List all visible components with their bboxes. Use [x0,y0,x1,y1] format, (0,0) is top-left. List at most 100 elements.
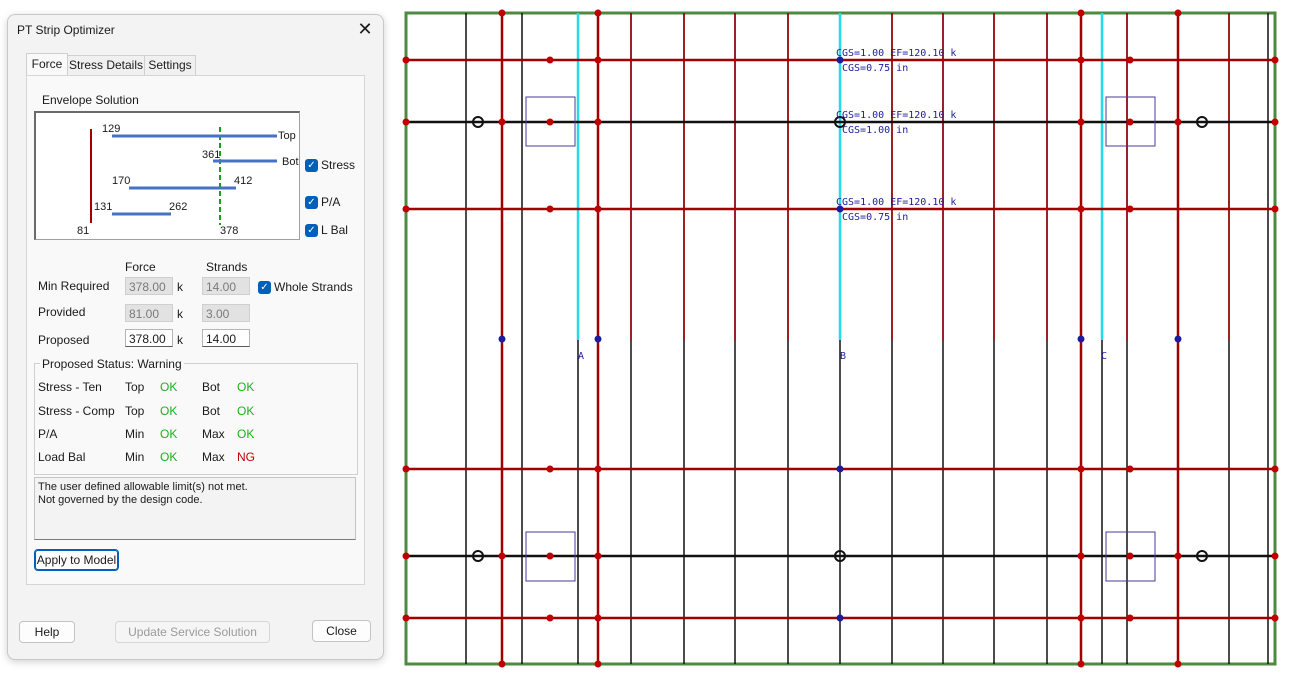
min-required-force-field: 378.00 [125,277,173,295]
message-line: Not governed by the design code. [38,494,203,506]
check-icon: ✓ [305,195,318,209]
check-icon: ✓ [258,280,271,294]
status-value-ok: OK [160,427,178,441]
node-dot [498,552,506,560]
node-dot [1271,118,1279,126]
tendon-annotation: CGS=1.00 EF=120.10 k [836,197,956,208]
envelope-label-378: 378 [220,225,239,237]
envelope-plot: 129 Top 361 Bot 170 412 131 262 81 378 [34,111,300,240]
support-marker [1174,335,1182,343]
status-row-a: Min [125,450,145,464]
node-dot [402,56,410,64]
tendon-annotation: CGS=1.00 EF=120.10 k [836,110,956,121]
node-dot [1126,56,1134,64]
node-dot [1126,614,1134,622]
status-row-label: Stress - Ten [38,380,102,394]
envelope-label-bot: Bot [282,156,299,168]
node-dot [546,118,554,126]
node-dot [594,9,602,17]
node-dot [1077,9,1085,17]
tab-settings[interactable]: Settings [144,55,196,75]
envelope-label-top: Top [278,130,296,142]
tab-stress-details[interactable]: Stress Details [67,55,145,75]
close-icon[interactable]: ✕ [353,18,377,40]
stress-checkbox[interactable]: ✓ Stress [305,158,355,172]
tendon-annotation-cgs: CGS=0.75 in [842,63,908,74]
status-row-b: Bot [202,404,221,418]
support-marker [498,335,506,343]
provided-force-field: 81.00 [125,304,173,322]
status-row-a: Min [125,427,145,441]
status-row-a: Top [125,404,145,418]
status-row-label: Stress - Comp [38,404,115,418]
node-dot [594,660,602,668]
proposed-label: Proposed [38,333,90,347]
envelope-label-170: 170 [112,175,131,187]
check-icon: ✓ [305,223,318,237]
tendon-annotation-cgs: CGS=0.75 in [842,212,908,223]
grid-label: B [840,351,846,362]
node-dot [594,614,602,622]
node-dot [594,205,602,213]
node-dot [1077,614,1085,622]
node-dot [402,465,410,473]
force-unit: k [177,280,183,294]
support-marker [836,614,844,622]
status-row-b: Max [202,427,225,441]
lbal-checkbox[interactable]: ✓ L Bal [305,223,348,237]
force-unit: k [177,333,183,347]
node-dot [546,205,554,213]
envelope-label-129: 129 [102,123,121,135]
message-line: The user defined allowable limit(s) not … [38,481,248,493]
tab-force[interactable]: Force [26,53,68,75]
node-dot [1077,56,1085,64]
node-dot [1174,660,1182,668]
status-value-ok: OK [237,427,255,441]
node-dot [1077,205,1085,213]
proposed-strands-input[interactable]: 14.00 [202,329,250,347]
node-dot [1077,465,1085,473]
node-dot [1126,552,1134,560]
node-dot [1126,205,1134,213]
node-dot [1174,552,1182,560]
min-required-strands-field: 14.00 [202,277,250,295]
node-dot [594,465,602,473]
node-dot [546,552,554,560]
min-required-label: Min Required [38,279,110,293]
node-dot [546,56,554,64]
node-dot [1077,118,1085,126]
node-dot [498,660,506,668]
proposed-status-title: Proposed Status: Warning [40,357,184,371]
proposed-force-input[interactable]: 378.00 [125,329,173,347]
whole-strands-checkbox[interactable]: ✓ Whole Strands [258,280,353,294]
envelope-label-131: 131 [94,201,113,213]
status-row-label: Load Bal [38,450,86,464]
node-dot [1077,660,1085,668]
node-dot [402,614,410,622]
pt-strip-optimizer-dialog: PT Strip Optimizer ✕ Force Stress Detail… [7,14,384,660]
node-dot [1126,465,1134,473]
node-dot [1271,465,1279,473]
status-row-a: Top [125,380,145,394]
envelope-label-412: 412 [234,175,253,187]
node-dot [1271,614,1279,622]
node-dot [1077,552,1085,560]
status-row-b: Bot [202,380,221,394]
node-dot [402,552,410,560]
node-dot [498,9,506,17]
status-value-ng: NG [237,450,255,464]
force-unit: k [177,307,183,321]
help-button[interactable]: Help [19,621,75,643]
envelope-label-262: 262 [169,201,188,213]
node-dot [546,614,554,622]
node-dot [1271,205,1279,213]
support-marker [836,465,844,473]
status-value-ok: OK [160,380,178,394]
support-marker [594,335,602,343]
grid-label: A [578,351,584,362]
close-button[interactable]: Close [312,620,371,642]
node-dot [594,56,602,64]
apply-to-model-button[interactable]: Apply to Model [34,549,119,571]
pa-checkbox[interactable]: ✓ P/A [305,195,340,209]
envelope-label-361: 361 [202,149,221,161]
